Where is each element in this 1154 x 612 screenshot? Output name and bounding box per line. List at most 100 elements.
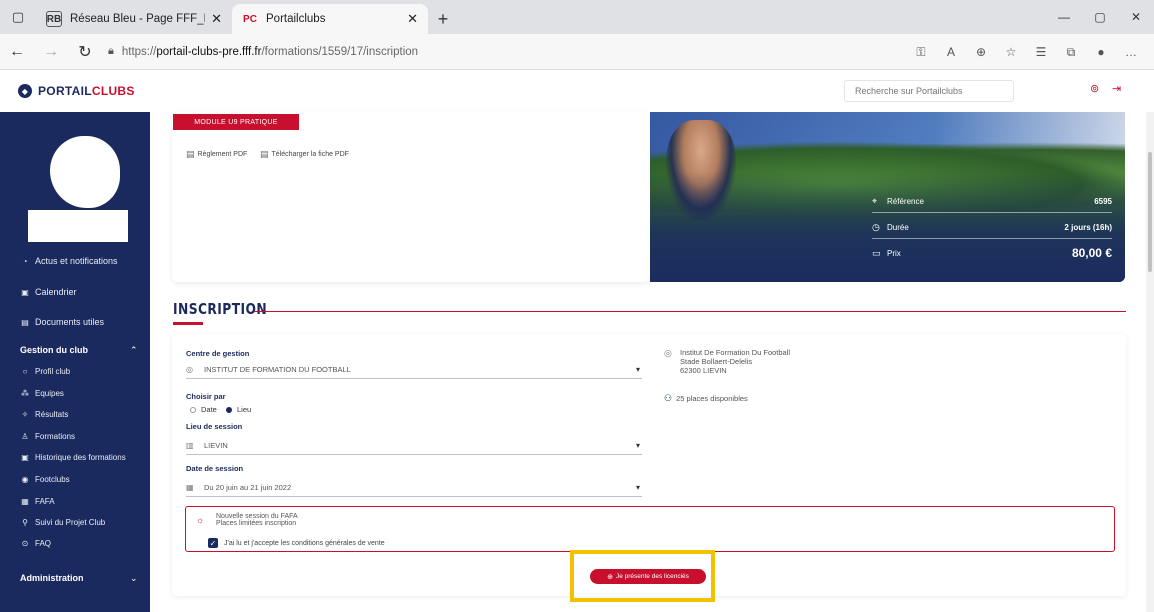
sidebar-item-projet-club[interactable]: ⚲ Suivi du Projet Club <box>20 518 105 527</box>
terms-checkbox[interactable]: ✓ J'ai lu et j'accepte les conditions gé… <box>208 538 385 548</box>
browser-tab-portailclubs[interactable]: PC Portailclubs ✕ <box>232 4 428 34</box>
forward-icon[interactable]: → <box>34 37 68 67</box>
sidebar <box>0 112 150 612</box>
refresh-icon[interactable]: ↻ <box>68 37 102 67</box>
sidebar-item-resultats[interactable]: ✧ Résultats <box>20 410 69 419</box>
sidebar-item-label: Footclubs <box>35 475 70 484</box>
close-icon[interactable]: ✕ <box>407 11 418 27</box>
sidebar-item-label: Formations <box>35 432 76 441</box>
reference-row: ⌖ Référence 6595 <box>872 194 1112 208</box>
profile-icon[interactable]: ● <box>1086 37 1116 67</box>
browser-tab-bar: ▢ RB Réseau Bleu - Page FFF_PRIVATE ✕ PC… <box>0 0 1154 34</box>
sidebar-item-historique[interactable]: ▣ Historique des formations <box>20 453 126 462</box>
radio-lieu[interactable]: Lieu <box>226 405 251 414</box>
present-licensees-button[interactable]: ⊕ Je présente des licenciés <box>590 569 706 584</box>
help-icon[interactable]: ⊚ <box>1090 82 1099 95</box>
sidebar-section-gestion[interactable]: Gestion du club <box>20 345 88 355</box>
radio-date[interactable]: Date <box>190 405 217 414</box>
circle-icon: ○ <box>22 367 28 376</box>
document-icon: ▤ <box>260 149 269 159</box>
scrollbar-thumb[interactable] <box>1148 152 1152 272</box>
radio-label: Lieu <box>237 405 252 414</box>
browser-tab-reseau-bleu[interactable]: RB Réseau Bleu - Page FFF_PRIVATE ✕ <box>36 4 232 34</box>
read-aloud-icon[interactable]: A <box>936 37 966 67</box>
key-icon[interactable]: ⚿ <box>906 37 936 67</box>
collections-icon[interactable]: ⧉ <box>1056 37 1086 67</box>
page-scrollbar[interactable] <box>1146 112 1154 612</box>
avatar-head <box>50 136 120 208</box>
favorites-icon[interactable]: ☰ <box>1026 37 1056 67</box>
centre-select[interactable]: ◎ INSTITUT DE FORMATION DU FOOTBALL ▾ <box>186 361 642 379</box>
building-icon: ▥ <box>186 441 194 450</box>
radio-circle <box>190 406 196 413</box>
address-bar: ← → ↻ 🔒︎ https://portail-clubs-pre.fff.f… <box>0 34 1154 70</box>
url-path: /formations/1559/17/inscription <box>261 45 419 58</box>
sidebar-item-label: Suivi du Projet Club <box>35 518 106 527</box>
restore-icon[interactable]: ▢ <box>1082 0 1118 34</box>
portailclubs-logo[interactable]: ◆ PORTAIL CLUBS <box>18 84 135 98</box>
training-icon: ♙ <box>21 432 29 441</box>
sidebar-section-label: Administration <box>20 573 84 583</box>
search-input[interactable] <box>844 80 1014 102</box>
tag-icon: ⌖ <box>872 195 878 206</box>
reference-label: Référence <box>887 196 924 206</box>
window-controls: — ▢ ✕ <box>1046 0 1154 34</box>
close-icon[interactable]: ✕ <box>211 11 222 27</box>
fiche-pdf-link[interactable]: ▤ Télécharger la fiche PDF <box>260 149 349 160</box>
sidebar-item-actus[interactable]: ◔ Actus et notifications <box>20 256 118 266</box>
favorite-add-icon[interactable]: ☆ <box>996 37 1026 67</box>
logo-accent-text: CLUBS <box>91 84 135 98</box>
sidebar-item-faq[interactable]: ⊙ FAQ <box>20 539 51 548</box>
zoom-icon[interactable]: ⊕ <box>966 37 996 67</box>
plus-circle-icon: ⊕ <box>607 573 613 581</box>
close-window-icon[interactable]: ✕ <box>1118 0 1154 34</box>
chevron-up-icon[interactable]: ⌃ <box>130 345 138 356</box>
price-value: 80,00 € <box>1071 246 1112 260</box>
places-available: ⚇ 25 places disponibles <box>664 393 748 404</box>
sidebar-item-equipes[interactable]: ⁂ Equipes <box>20 389 64 398</box>
sidebar-item-label: Documents utiles <box>35 317 105 327</box>
avatar <box>28 132 128 244</box>
chevron-down-icon[interactable]: ⌄ <box>130 573 138 584</box>
sidebar-item-label: Calendrier <box>35 287 77 297</box>
url-host: portail-clubs-pre.fff.fr <box>156 45 262 58</box>
calendar-icon: ▣ <box>21 287 29 297</box>
date-label: Date de session <box>186 464 244 473</box>
link-label: Règlement PDF <box>197 151 248 158</box>
price-row: ▭ Prix 80,00 € <box>872 246 1112 260</box>
sidebar-item-calendrier[interactable]: ▣ Calendrier <box>20 287 77 297</box>
date-select[interactable]: ▦ Du 20 juin au 21 juin 2022 ▾ <box>186 479 642 497</box>
minimize-icon[interactable]: — <box>1046 0 1082 34</box>
new-tab-button[interactable]: + <box>428 4 458 34</box>
price-label: Prix <box>887 248 901 258</box>
back-icon[interactable]: ← <box>0 37 34 67</box>
sidebar-item-documents[interactable]: ▤ Documents utiles <box>20 317 104 327</box>
title-rule <box>254 311 1126 312</box>
section-title: INSCRIPTION <box>173 300 268 318</box>
sidebar-item-profil-club[interactable]: ○ Profil club <box>20 367 71 376</box>
more-icon[interactable]: … <box>1116 37 1146 67</box>
centre-value: INSTITUT DE FORMATION DU FOOTBALL <box>204 365 351 374</box>
notice-line-2: Places limitées inscription <box>216 520 297 527</box>
sidebar-item-fafa[interactable]: ▦ FAFA <box>20 497 54 506</box>
training-banner-image: ⌖ Référence 6595 ◷ Durée 2 jours (16h) ▭ Pr… <box>650 112 1125 282</box>
portailclubs-favicon-icon: PC <box>243 13 257 25</box>
address-line: Institut De Formation Du Football <box>680 348 791 357</box>
tab-actions-icon[interactable]: ▢ <box>0 0 36 34</box>
sidebar-section-administration[interactable]: Administration <box>20 573 84 583</box>
reglement-pdf-link[interactable]: ▤ Règlement PDF <box>186 149 247 160</box>
document-icon: ▤ <box>21 317 29 327</box>
logout-icon[interactable]: ⇥ <box>1112 82 1121 95</box>
date-value: Du 20 juin au 21 juin 2022 <box>204 483 292 492</box>
lieu-select[interactable]: ▥ LIEVIN ▾ <box>186 437 642 455</box>
title-underline <box>173 322 203 325</box>
address-line: 62300 LIEVIN <box>680 366 727 375</box>
notice-line-1: Nouvelle session du FAFA <box>216 513 298 520</box>
footclubs-icon: ◉ <box>21 475 29 484</box>
sidebar-item-label: FAQ <box>35 539 52 548</box>
radio-label: Date <box>201 405 217 414</box>
url-field[interactable]: 🔒︎ https://portail-clubs-pre.fff.fr/form… <box>102 39 782 65</box>
duration-label: Durée <box>887 222 909 232</box>
sidebar-item-formations[interactable]: ♙ Formations <box>20 432 75 441</box>
sidebar-item-footclubs[interactable]: ◉ Footclubs <box>20 475 70 484</box>
